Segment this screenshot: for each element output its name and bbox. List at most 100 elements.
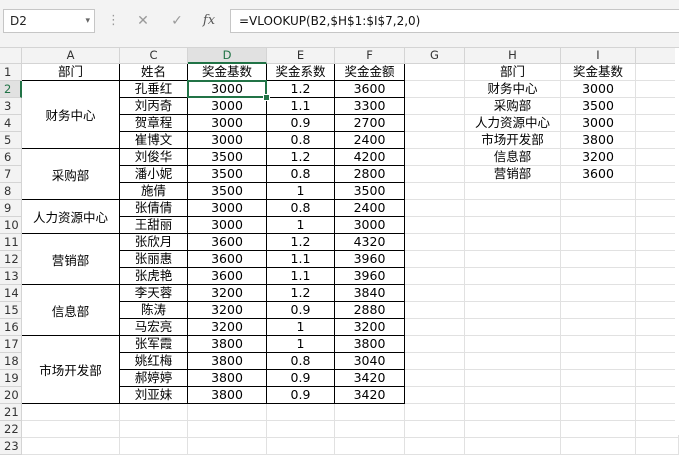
row-header-11[interactable]: 11 xyxy=(0,234,22,251)
table-cell[interactable]: 0.9 xyxy=(267,115,335,132)
table-cell[interactable]: 1.2 xyxy=(267,81,335,98)
grid-cell[interactable] xyxy=(405,251,465,268)
grid-cell[interactable] xyxy=(636,166,679,183)
lookup-header-cell[interactable]: 部门 xyxy=(465,64,561,81)
lookup-cell[interactable]: 3600 xyxy=(561,166,636,183)
table-cell[interactable]: 0.8 xyxy=(267,353,335,370)
grid-cell[interactable] xyxy=(636,268,679,285)
row-header-3[interactable]: 3 xyxy=(0,98,22,115)
grid-cell[interactable] xyxy=(636,234,679,251)
table-cell[interactable]: 3200 xyxy=(188,302,267,319)
grid-cell[interactable] xyxy=(636,353,679,370)
table-cell[interactable]: 姚红梅 xyxy=(120,353,188,370)
table-cell[interactable]: 张虎艳 xyxy=(120,268,188,285)
table-cell[interactable]: 1 xyxy=(267,183,335,200)
grid-cell[interactable] xyxy=(405,268,465,285)
table-cell[interactable]: 0.9 xyxy=(267,370,335,387)
column-header-i[interactable]: I xyxy=(561,48,636,64)
grid-cell[interactable] xyxy=(561,251,636,268)
table-cell[interactable]: 3000 xyxy=(188,132,267,149)
row-header-2[interactable]: 2 xyxy=(0,81,22,98)
grid-cell[interactable] xyxy=(405,183,465,200)
grid-cell[interactable] xyxy=(561,353,636,370)
department-cell[interactable]: 营销部 xyxy=(22,234,120,285)
grid-cell[interactable] xyxy=(636,336,679,353)
table-cell[interactable]: 3000 xyxy=(188,217,267,234)
confirm-icon[interactable]: ✓ xyxy=(166,10,188,32)
grid-cell[interactable] xyxy=(335,404,405,421)
table-cell[interactable]: 4320 xyxy=(335,234,405,251)
grid-cell[interactable] xyxy=(636,302,679,319)
grid-cell[interactable] xyxy=(405,115,465,132)
table-cell[interactable]: 3200 xyxy=(335,319,405,336)
row-header-4[interactable]: 4 xyxy=(0,115,22,132)
row-header-9[interactable]: 9 xyxy=(0,200,22,217)
row-header-6[interactable]: 6 xyxy=(0,149,22,166)
table-cell[interactable]: 张欣月 xyxy=(120,234,188,251)
lookup-cell[interactable]: 人力资源中心 xyxy=(465,115,561,132)
table-cell[interactable]: 3960 xyxy=(335,268,405,285)
table-cell[interactable]: 张丽惠 xyxy=(120,251,188,268)
grid-cell[interactable] xyxy=(465,387,561,404)
grid-cell[interactable] xyxy=(405,421,465,438)
grid-cell[interactable] xyxy=(188,404,267,421)
row-header-17[interactable]: 17 xyxy=(0,336,22,353)
grid-cell[interactable] xyxy=(405,149,465,166)
table-cell[interactable]: 刘俊华 xyxy=(120,149,188,166)
table-cell[interactable]: 1.2 xyxy=(267,149,335,166)
grid-cell[interactable] xyxy=(636,387,679,404)
row-header-21[interactable]: 21 xyxy=(0,404,22,421)
table-cell[interactable]: 1.1 xyxy=(267,98,335,115)
table-cell[interactable]: 1.2 xyxy=(267,285,335,302)
table-cell[interactable]: 孔垂红 xyxy=(120,81,188,98)
grid-cell[interactable] xyxy=(405,98,465,115)
table-cell[interactable]: 陈涛 xyxy=(120,302,188,319)
grid-cell[interactable] xyxy=(465,285,561,302)
grid-cell[interactable] xyxy=(405,285,465,302)
grid-cell[interactable] xyxy=(465,268,561,285)
grid-cell[interactable] xyxy=(465,353,561,370)
grid-cell[interactable] xyxy=(405,217,465,234)
grid-cell[interactable] xyxy=(465,251,561,268)
grid-cell[interactable] xyxy=(465,234,561,251)
department-cell[interactable]: 人力资源中心 xyxy=(22,200,120,234)
row-header-13[interactable]: 13 xyxy=(0,268,22,285)
table-cell[interactable]: 0.8 xyxy=(267,200,335,217)
table-cell[interactable]: 施倩 xyxy=(120,183,188,200)
row-header-19[interactable]: 19 xyxy=(0,370,22,387)
grid-cell[interactable] xyxy=(405,81,465,98)
table-cell[interactable]: 贺章程 xyxy=(120,115,188,132)
lookup-cell[interactable]: 3000 xyxy=(561,81,636,98)
grid-cell[interactable] xyxy=(636,149,679,166)
table-cell[interactable]: 2880 xyxy=(335,302,405,319)
lookup-cell[interactable]: 3200 xyxy=(561,149,636,166)
grid-cell[interactable] xyxy=(561,200,636,217)
grid-cell[interactable] xyxy=(405,166,465,183)
table-cell[interactable]: 郝婷婷 xyxy=(120,370,188,387)
grid-cell[interactable] xyxy=(636,81,679,98)
table-cell[interactable]: 2400 xyxy=(335,200,405,217)
lookup-cell[interactable]: 3500 xyxy=(561,98,636,115)
table-cell[interactable]: 1 xyxy=(267,217,335,234)
table-cell[interactable]: 3600 xyxy=(335,81,405,98)
grid-cell[interactable] xyxy=(465,438,561,455)
table-cell[interactable]: 张倩倩 xyxy=(120,200,188,217)
table-cell[interactable]: 3800 xyxy=(188,387,267,404)
row-header-7[interactable]: 7 xyxy=(0,166,22,183)
department-cell[interactable]: 采购部 xyxy=(22,149,120,200)
table-cell[interactable]: 3800 xyxy=(188,336,267,353)
grid-cell[interactable] xyxy=(465,404,561,421)
table-cell[interactable]: 3500 xyxy=(188,166,267,183)
grid-cell[interactable] xyxy=(465,302,561,319)
grid-cell[interactable] xyxy=(335,438,405,455)
lookup-cell[interactable]: 3000 xyxy=(561,115,636,132)
column-header-h[interactable]: H xyxy=(465,48,561,64)
grid-cell[interactable] xyxy=(120,438,188,455)
table-cell[interactable]: 0.9 xyxy=(267,387,335,404)
table-cell[interactable]: 3800 xyxy=(188,353,267,370)
table-cell[interactable]: 3500 xyxy=(188,183,267,200)
column-header-f[interactable]: F xyxy=(335,48,405,64)
grid-cell[interactable] xyxy=(636,404,679,421)
lookup-cell[interactable]: 财务中心 xyxy=(465,81,561,98)
grip-icon[interactable]: ⋮ xyxy=(107,12,120,30)
